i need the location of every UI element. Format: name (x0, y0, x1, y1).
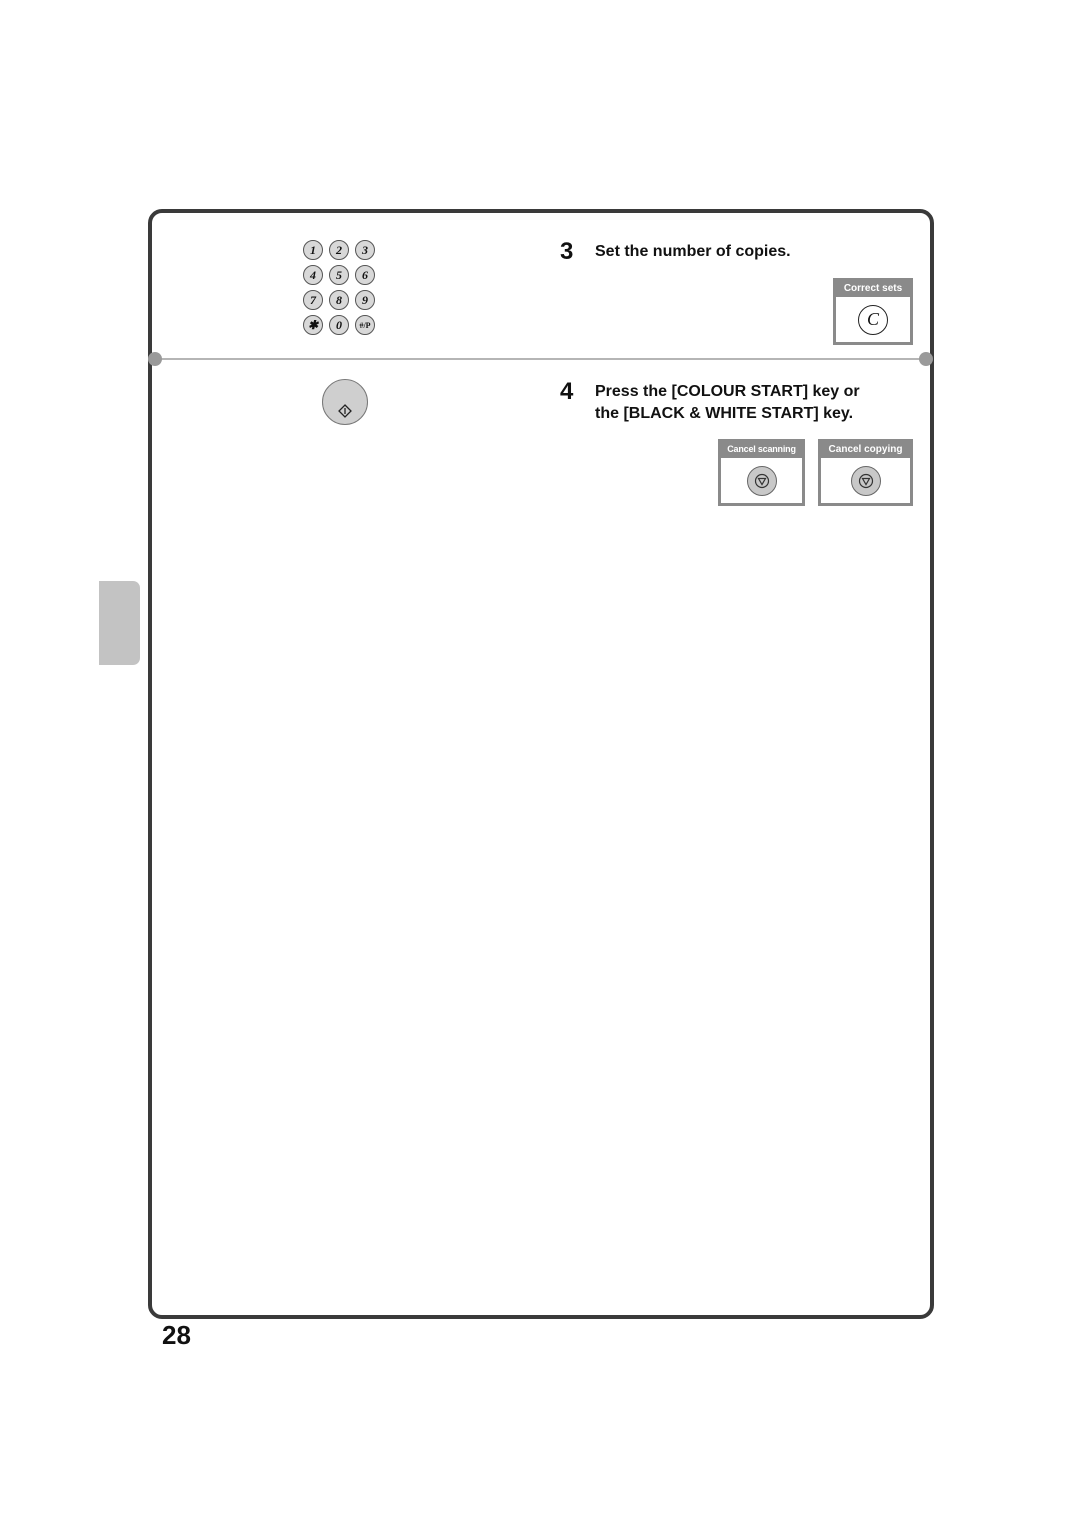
key-9: 9 (355, 290, 375, 310)
key-5: 5 (329, 265, 349, 285)
start-key-illustration (322, 379, 368, 425)
key-4: 4 (303, 265, 323, 285)
section-divider (152, 358, 926, 360)
step-text-line-1: Press the [COLOUR START] key or (595, 383, 860, 400)
key-2: 2 (329, 240, 349, 260)
cancel-scanning-key: Cancel scanning (718, 439, 805, 506)
key-0: 0 (329, 315, 349, 335)
cancel-scanning-label: Cancel scanning (721, 442, 802, 458)
divider-dot-right (919, 352, 933, 366)
step-text: Set the number of copies. (595, 243, 791, 260)
key-asterisk: ✱ (303, 315, 323, 335)
stop-key-icon (746, 465, 777, 496)
correct-sets-label: Correct sets (836, 281, 910, 297)
start-icon (338, 404, 352, 418)
step-text-line-2: the [BLACK & WHITE START] key. (595, 405, 854, 422)
divider-dot-left (148, 352, 162, 366)
key-7: 7 (303, 290, 323, 310)
stop-key-icon (850, 465, 881, 496)
cancel-copying-key: Cancel copying (818, 439, 913, 506)
step-number: 4 (560, 378, 574, 405)
numeric-keypad-illustration: 1 2 3 4 5 6 7 8 9 ✱ 0 #/P (303, 240, 375, 335)
chapter-side-tab (99, 581, 140, 665)
step-text: Press the [COLOUR START] key or the [BLA… (595, 381, 860, 425)
page-frame (148, 209, 934, 1319)
clear-key-icon: C (858, 304, 888, 335)
key-3: 3 (355, 240, 375, 260)
correct-sets-key: Correct sets C (833, 278, 913, 345)
key-hash-p: #/P (355, 315, 375, 335)
cancel-copying-label: Cancel copying (821, 442, 910, 458)
key-6: 6 (355, 265, 375, 285)
step-number: 3 (560, 238, 574, 265)
page-number: 28 (162, 1320, 191, 1350)
key-1: 1 (303, 240, 323, 260)
key-8: 8 (329, 290, 349, 310)
